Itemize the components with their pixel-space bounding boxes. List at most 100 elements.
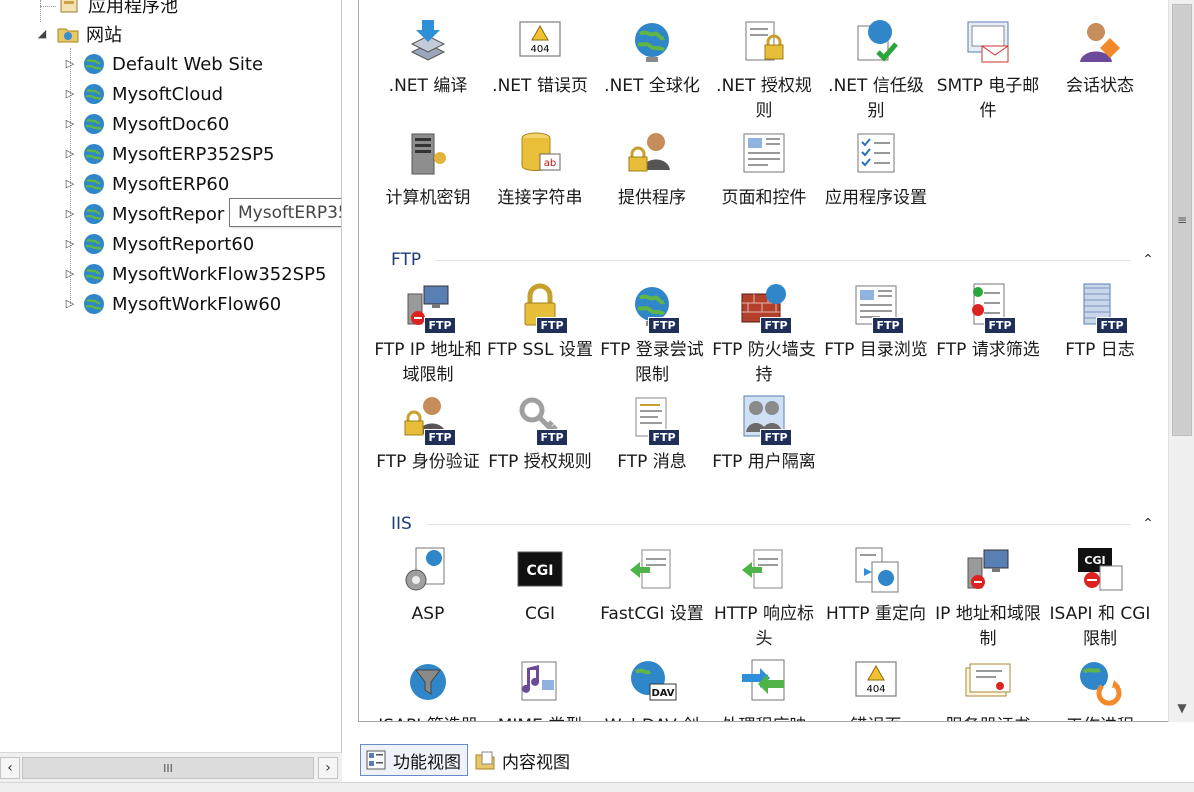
- feature-tile[interactable]: FTP FTP 目录浏览: [821, 280, 931, 386]
- features-view-icon: [366, 750, 386, 770]
- tree-item-site[interactable]: ▷ MysoftWorkFlow352SP5: [64, 259, 327, 289]
- feature-tile[interactable]: 404 错误页: [821, 656, 931, 721]
- feature-tile[interactable]: 应用程序设置: [821, 128, 931, 234]
- feature-tile[interactable]: CGI ISAPI 和 CGI 限制: [1045, 544, 1155, 650]
- feature-tile[interactable]: MIME 类型: [485, 656, 595, 721]
- application-settings-icon: [850, 128, 902, 180]
- feature-tile[interactable]: 会话状态: [1045, 16, 1155, 122]
- feature-label: ISAPI 和 CGI 限制: [1049, 604, 1151, 649]
- feature-tile[interactable]: FastCGI 设置: [597, 544, 707, 650]
- ftp-badge: FTP: [984, 317, 1016, 334]
- tree-item-site[interactable]: ▷ MysoftERP60: [64, 169, 230, 199]
- content-view-label: 内容视图: [502, 752, 570, 773]
- tree-item-site[interactable]: ▷ MysoftERP352SP5: [64, 139, 275, 169]
- tree-horizontal-scrollbar[interactable]: ‹ III ›: [0, 752, 342, 782]
- feature-tile[interactable]: FTP FTP 授权规则: [485, 392, 595, 498]
- features-view: .NET 编译 404 .NET 错误页 .NET 全球化 .NET 授权规则 .NET …: [358, 0, 1168, 722]
- ftp-badge: FTP: [424, 317, 456, 334]
- tree-item-site[interactable]: ▷ Default Web Site: [64, 49, 263, 79]
- ip-domain-restrictions-icon: [962, 544, 1014, 596]
- tree-item-label: MysoftWorkFlow60: [112, 293, 282, 315]
- feature-label: 页面和控件: [721, 188, 807, 208]
- machine-key-icon: [402, 128, 454, 180]
- tree-item-site[interactable]: ▷ MysoftReport60: [64, 229, 254, 259]
- expand-triangle-icon[interactable]: ▷: [64, 178, 76, 190]
- feature-tile[interactable]: 处理程序映: [709, 656, 819, 721]
- expand-triangle-icon[interactable]: ▷: [64, 268, 76, 280]
- feature-tile[interactable]: 服务器证书: [933, 656, 1043, 721]
- scroll-left-button[interactable]: ‹: [0, 757, 20, 779]
- expand-triangle-icon[interactable]: ▷: [64, 58, 76, 70]
- content-view-tab[interactable]: 内容视图: [470, 744, 576, 776]
- feature-tile[interactable]: ab 连接字符串: [485, 128, 595, 234]
- feature-tile[interactable]: FTP FTP SSL 设置: [485, 280, 595, 386]
- feature-label: FTP IP 地址和域限制: [374, 340, 482, 385]
- feature-tile[interactable]: IP 地址和域限制: [933, 544, 1043, 650]
- feature-tile[interactable]: .NET 全球化: [597, 16, 707, 122]
- providers-icon: [626, 128, 678, 180]
- expand-triangle-icon[interactable]: ▷: [64, 298, 76, 310]
- site-globe-icon: [82, 142, 106, 166]
- tree-item-site[interactable]: ▷ MysoftDoc60: [64, 109, 230, 139]
- feature-tile[interactable]: FTP FTP 防火墙支持: [709, 280, 819, 386]
- scroll-right-button[interactable]: ›: [318, 757, 338, 779]
- scroll-thumb[interactable]: ≡: [1172, 4, 1192, 436]
- feature-tile[interactable]: 工作进程: [1045, 656, 1155, 721]
- ftp-badge: FTP: [648, 429, 680, 446]
- scroll-down-button[interactable]: ▼: [1172, 698, 1192, 718]
- feature-tile[interactable]: FTP FTP 请求筛选: [933, 280, 1043, 386]
- feature-tile[interactable]: DAV WebDAV 创: [597, 656, 707, 721]
- tree-item-site[interactable]: ▷ MysoftCloud: [64, 79, 223, 109]
- feature-tile[interactable]: ISAPI 筛选器: [373, 656, 483, 721]
- feature-tile[interactable]: 计算机密钥: [373, 128, 483, 234]
- feature-tile[interactable]: FTP FTP 日志: [1045, 280, 1155, 386]
- feature-tile[interactable]: 提供程序: [597, 128, 707, 234]
- feature-tile[interactable]: .NET 授权规则: [709, 16, 819, 122]
- ftp-badge: FTP: [872, 317, 904, 334]
- tree-item-label: 应用程序池: [88, 0, 178, 17]
- collapse-triangle-icon[interactable]: ◢: [36, 28, 48, 40]
- feature-tile[interactable]: .NET 信任级别: [821, 16, 931, 122]
- worker-processes-icon: [1074, 656, 1126, 708]
- feature-tile[interactable]: FTP FTP 消息: [597, 392, 707, 498]
- tree-item-app-pools[interactable]: 应用程序池: [58, 0, 178, 20]
- tree-item-site[interactable]: ▷ MysoftRepor: [64, 199, 225, 229]
- expand-triangle-icon[interactable]: ▷: [64, 238, 76, 250]
- feature-label: .NET 信任级别: [828, 76, 924, 121]
- feature-tile[interactable]: HTTP 响应标头: [709, 544, 819, 650]
- feature-tile[interactable]: CGI CGI: [485, 544, 595, 650]
- tree-item-label: MysoftWorkFlow352SP5: [112, 263, 327, 285]
- feature-tile[interactable]: 页面和控件: [709, 128, 819, 234]
- feature-tile[interactable]: HTTP 重定向: [821, 544, 931, 650]
- features-vertical-scrollbar[interactable]: ≡ ▼: [1168, 0, 1194, 722]
- tree-item-site[interactable]: ▷ MysoftWorkFlow60: [64, 289, 281, 319]
- svg-text:CGI: CGI: [527, 563, 554, 579]
- site-globe-icon: [82, 82, 106, 106]
- scroll-thumb[interactable]: III: [22, 757, 314, 779]
- feature-tile[interactable]: FTP FTP 身份验证: [373, 392, 483, 498]
- expand-triangle-icon[interactable]: ▷: [64, 88, 76, 100]
- feature-tile[interactable]: FTP FTP IP 地址和域限制: [373, 280, 483, 386]
- site-globe-icon: [82, 232, 106, 256]
- tree-item-label: MysoftERP60: [112, 173, 230, 195]
- features-view-tab[interactable]: 功能视图: [360, 744, 468, 776]
- net-globalization-icon: [626, 16, 678, 68]
- feature-tile[interactable]: .NET 编译: [373, 16, 483, 122]
- collapse-ftp-button[interactable]: ⌃: [1140, 252, 1156, 268]
- fastcgi-settings-icon: [626, 544, 678, 596]
- feature-tile[interactable]: ASP: [373, 544, 483, 650]
- feature-tile[interactable]: SMTP 电子邮件: [933, 16, 1043, 122]
- collapse-iis-button[interactable]: ⌃: [1140, 516, 1156, 532]
- expand-triangle-icon[interactable]: ▷: [64, 208, 76, 220]
- expand-triangle-icon[interactable]: ▷: [64, 148, 76, 160]
- site-globe-icon: [82, 112, 106, 136]
- isapi-cgi-restrictions-icon: CGI: [1074, 544, 1126, 596]
- feature-tile[interactable]: FTP FTP 登录尝试限制: [597, 280, 707, 386]
- group-divider: [427, 524, 1131, 525]
- feature-label: FTP 防火墙支持: [712, 340, 816, 385]
- expand-triangle-icon[interactable]: ▷: [64, 118, 76, 130]
- tree-item-sites[interactable]: ◢ 网站: [36, 19, 122, 49]
- ftp-authentication-icon: FTP: [402, 392, 456, 446]
- feature-tile[interactable]: 404 .NET 错误页: [485, 16, 595, 122]
- feature-tile[interactable]: FTP FTP 用户隔离: [709, 392, 819, 498]
